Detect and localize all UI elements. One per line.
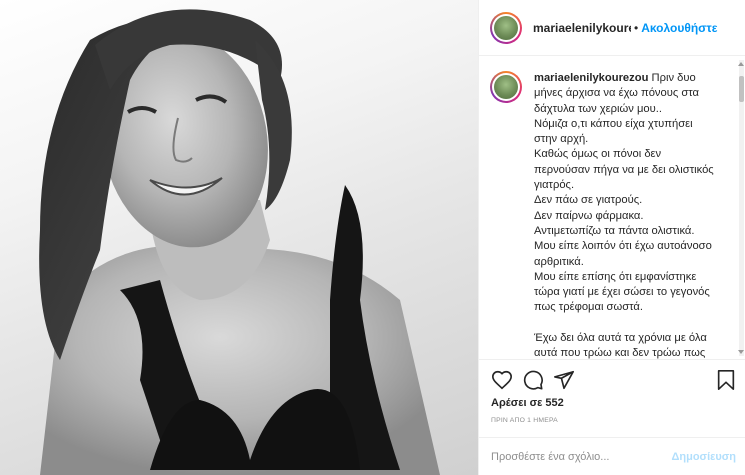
caption-line: στην αρχή. — [534, 133, 589, 146]
caption-username[interactable]: mariaelenilykourezou — [534, 72, 648, 84]
comment-icon[interactable] — [522, 369, 544, 391]
post-header: mariaelenilykoureζ • Ακολουθήστε — [479, 0, 745, 56]
caption-line: πως τρέφομαι σωστά. — [534, 301, 643, 314]
bookmark-icon[interactable] — [715, 369, 737, 391]
caption-line: περνούσαν πήγα να με δει ολιστικός — [534, 163, 714, 176]
caption-text: mariaelenilykourezou Πριν δυο μήνες άρχι… — [534, 71, 722, 359]
caption-line: δάχτυλα των χεριών μου.. — [534, 102, 662, 115]
caption-line: Καθώς όμως οι πόνοι δεν — [534, 148, 662, 161]
caption-line: Νόμιζα ο,τι κάπου είχα χτυπήσει — [534, 117, 693, 130]
scroll-thumb[interactable] — [739, 76, 744, 102]
portrait-image — [39, 9, 440, 475]
comment-input[interactable] — [491, 450, 672, 463]
caption-line: γιατρός. — [534, 179, 575, 192]
caption-section: mariaelenilykourezou Πριν δυο μήνες άρχι… — [479, 57, 745, 359]
post-details-panel: mariaelenilykoureζ • Ακολουθήστε mariael… — [478, 0, 745, 475]
share-icon[interactable] — [553, 369, 575, 391]
caption-avatar[interactable] — [490, 71, 522, 103]
comment-bar: Δημοσίευση — [479, 437, 745, 475]
caption-first-line: Πριν δυο — [651, 72, 696, 84]
caption-line: αρθριτικά. — [534, 255, 584, 268]
caption-line: τώρα γιατί με έχει σώσει το γεγονός — [534, 286, 710, 299]
caption-line: Δεν πάω σε γιατρούς. — [534, 194, 643, 207]
caption-line: μήνες άρχισα να έχω πόνους στα — [534, 87, 699, 100]
separator-dot: • — [634, 20, 639, 35]
follow-button[interactable]: Ακολουθήστε — [641, 21, 717, 35]
caption-line: αυτά που τρώω και δεν τρώω πως — [534, 347, 706, 359]
avatar-image — [494, 75, 518, 99]
post-photo[interactable] — [0, 0, 478, 475]
post-comment-button[interactable]: Δημοσίευση — [671, 451, 736, 463]
caption-scrollbar[interactable] — [738, 60, 744, 356]
caption-line: Μου είπε επίσης ότι εμφανίστηκε — [534, 270, 697, 283]
scroll-down-arrow-icon[interactable] — [738, 350, 744, 354]
caption-line: Έχω δει όλα αυτά τα χρόνια με όλα — [534, 332, 707, 345]
action-bar — [479, 359, 745, 399]
likes-count[interactable]: Αρέσει σε 552 — [491, 397, 564, 409]
caption-line: Δεν παίρνω φάρμακα. — [534, 209, 644, 222]
header-username[interactable]: mariaelenilykoureζ — [533, 21, 631, 35]
avatar-image — [494, 15, 518, 40]
scroll-up-arrow-icon[interactable] — [738, 62, 744, 66]
avatar[interactable] — [490, 11, 522, 44]
heart-icon[interactable] — [491, 369, 513, 391]
caption-line: Μου είπε λοιπόν ότι έχω αυτοάνοσο — [534, 240, 712, 253]
post-date[interactable]: ΠΡΙΝ ΑΠΟ 1 ΗΜΕΡΑ — [491, 417, 558, 424]
caption-line: Αντιμετωπίζω τα πάντα ολιστικά. — [534, 224, 695, 237]
